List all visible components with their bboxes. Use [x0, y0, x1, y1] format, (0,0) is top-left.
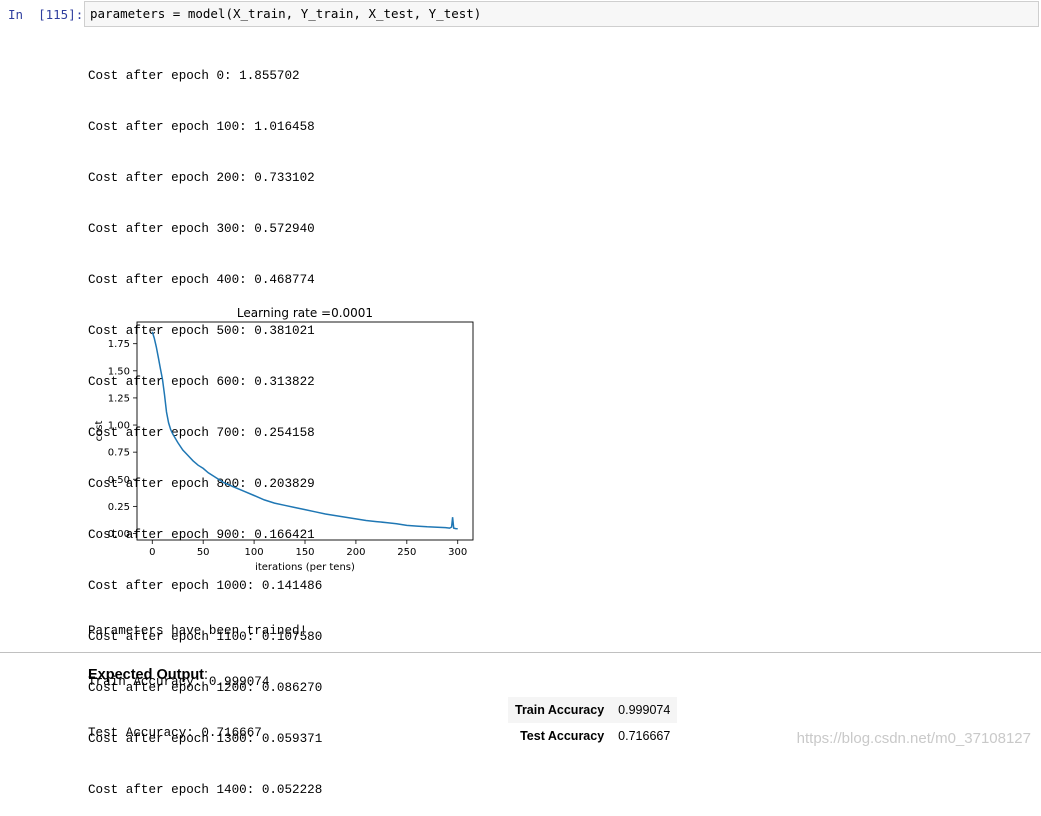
expected-output-label: Expected Output: [88, 667, 205, 683]
y-tick-label: 1.00: [108, 421, 130, 432]
y-tick-label: 0.75: [108, 448, 130, 459]
summary-line: Parameters have been trained!: [88, 624, 308, 638]
output-line: Cost after epoch 100: 1.016458: [88, 120, 315, 134]
x-tick-label: 200: [346, 547, 365, 558]
test-accuracy-value: 0.716667: [618, 729, 671, 743]
test-accuracy-key: Test Accuracy: [520, 729, 605, 743]
output-line: Cost after epoch 1400: 0.052228: [88, 783, 323, 797]
x-tick-label: 0: [149, 547, 155, 558]
code-cell-input[interactable]: parameters = model(X_train, Y_train, X_t…: [84, 1, 1039, 27]
y-tick-label: 1.75: [108, 339, 130, 350]
expected-output-table: Train Accuracy 0.999074 Test Accuracy 0.…: [508, 697, 678, 749]
watermark: https://blog.csdn.net/m0_37108127: [796, 730, 1031, 747]
output-line: Cost after epoch 400: 0.468774: [88, 273, 315, 287]
y-axis-label: cost: [94, 421, 105, 442]
expected-output-heading: Expected Output:: [88, 666, 208, 684]
output-line: Cost after epoch 200: 0.733102: [88, 171, 315, 185]
y-tick-label: 0.25: [108, 502, 130, 513]
x-tick-label: 100: [245, 547, 264, 558]
x-tick-label: 250: [397, 547, 416, 558]
cost-plot: Learning rate =0.0001 0 50 100 150 200 250 300…: [94, 306, 474, 573]
expected-output-colon: :: [204, 667, 209, 683]
train-accuracy-key: Train Accuracy: [508, 697, 612, 723]
y-tick-label: 1.50: [108, 366, 130, 377]
train-accuracy-value: 0.999074: [611, 697, 678, 723]
x-axis-label: iterations (per tens): [255, 562, 355, 573]
y-tick-label: 1.25: [108, 393, 130, 404]
output-line: Cost after epoch 0: 1.855702: [88, 69, 300, 83]
chart-title: Learning rate =0.0001: [237, 306, 373, 320]
x-tick-label: 50: [197, 547, 210, 558]
x-tick-label: 150: [295, 547, 314, 558]
cell-divider: [0, 652, 1041, 653]
table-row: Train Accuracy 0.999074: [508, 697, 678, 723]
x-tick-label: 300: [448, 547, 467, 558]
y-tick-label: 0.50: [108, 475, 130, 486]
input-prompt: In [115]:: [8, 7, 84, 22]
cost-series-line: [151, 331, 458, 530]
plot-frame: [136, 321, 474, 541]
table-row: Test Accuracy 0.716667: [508, 723, 677, 749]
y-tick-label: 0.00: [108, 529, 130, 540]
output-line: Cost after epoch 300: 0.572940: [88, 222, 315, 236]
